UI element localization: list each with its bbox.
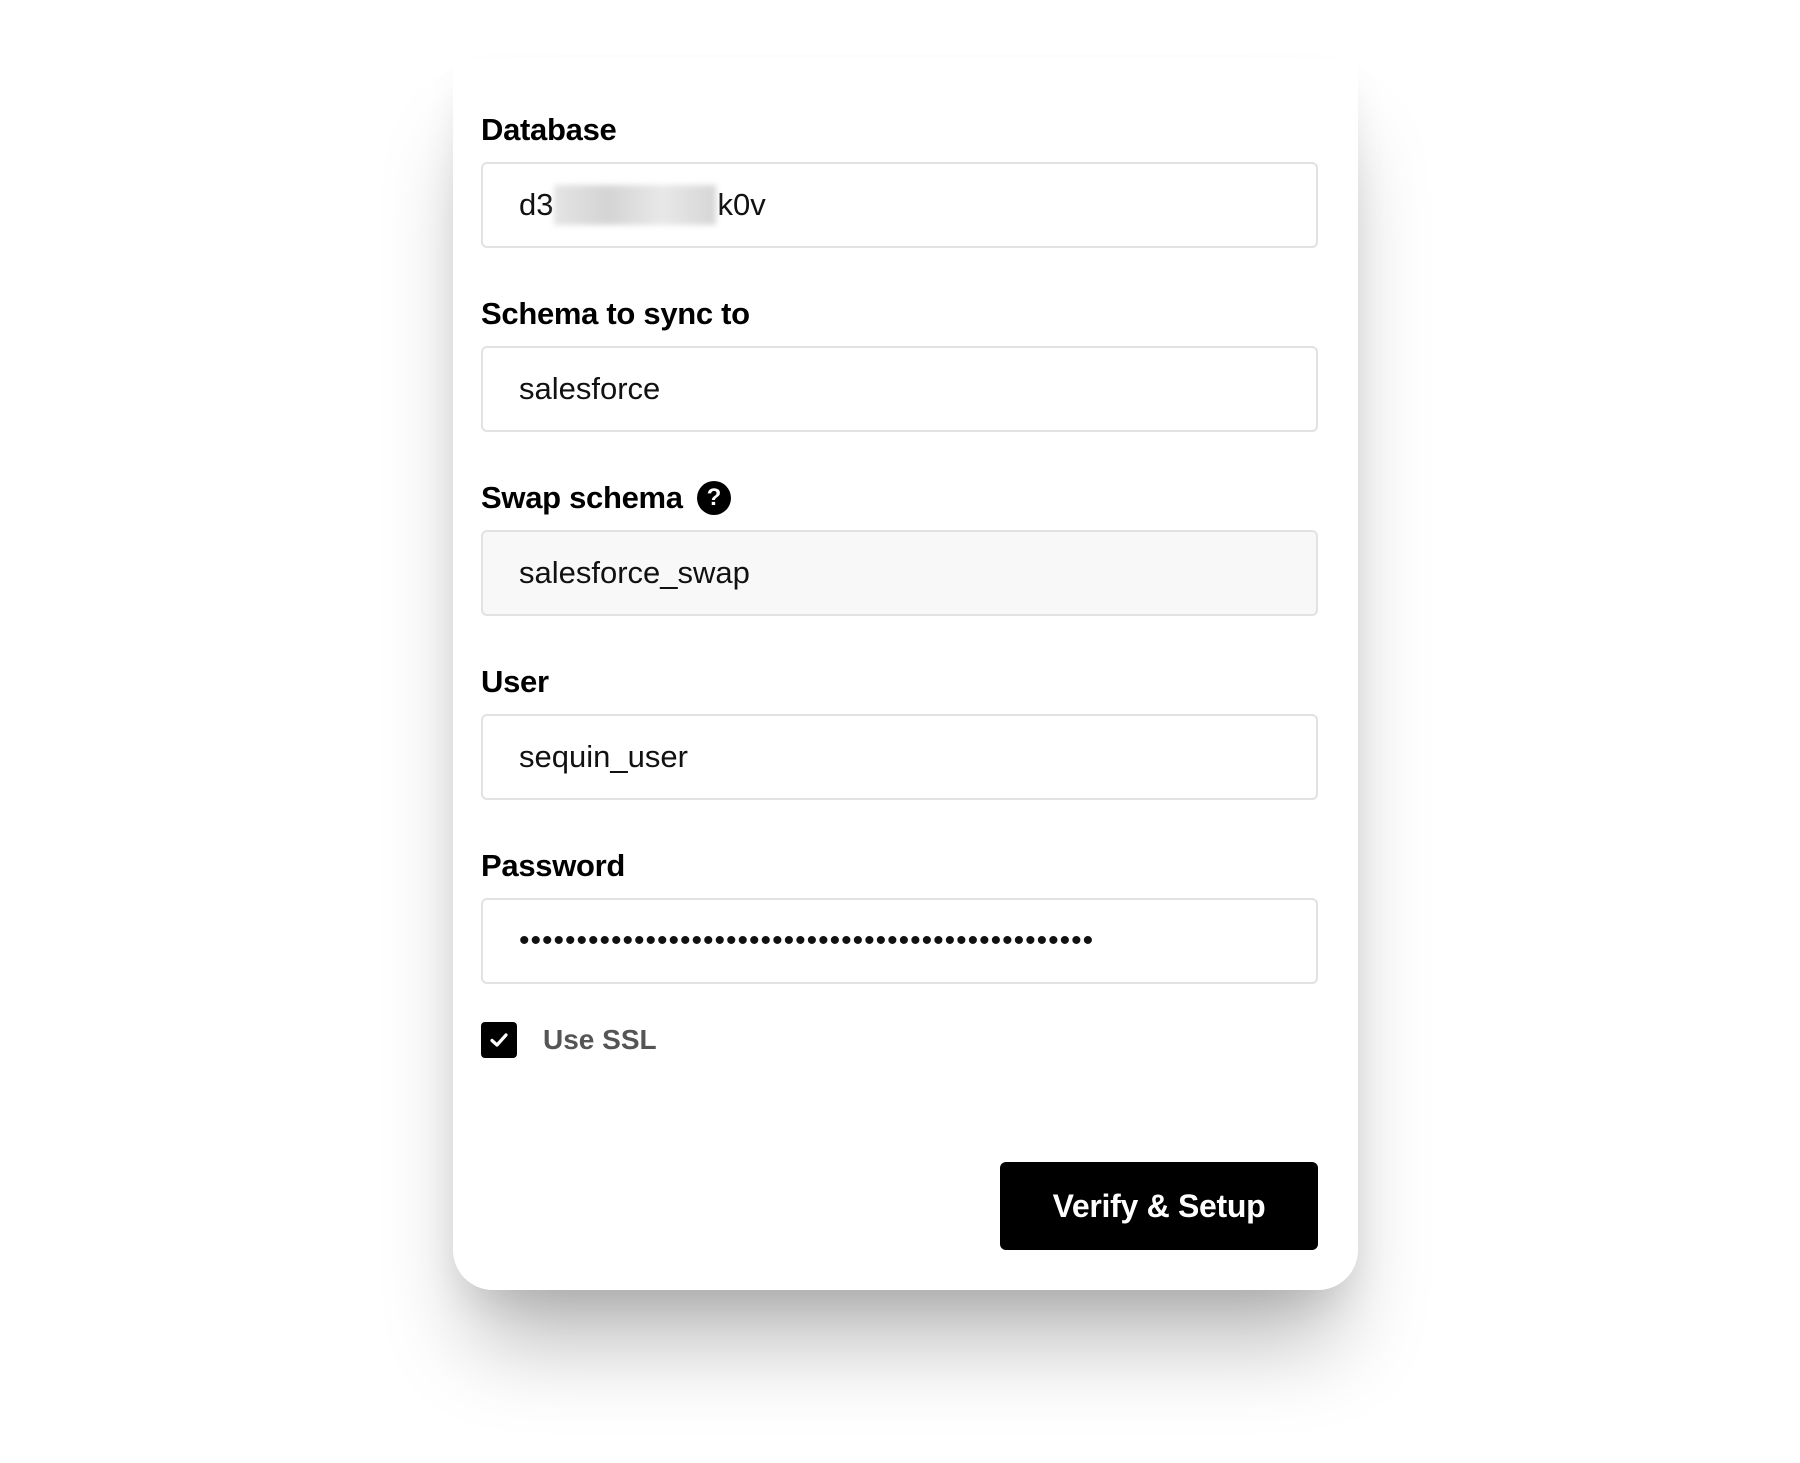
user-label: User: [481, 664, 549, 699]
user-input[interactable]: sequin_user: [481, 714, 1318, 800]
password-label: Password: [481, 848, 626, 883]
verify-setup-button[interactable]: Verify & Setup: [1000, 1162, 1318, 1250]
password-input[interactable]: ••••••••••••••••••••••••••••••••••••••••…: [481, 898, 1318, 984]
database-field: Database d3 k0v: [481, 110, 1318, 248]
password-masked-value: ••••••••••••••••••••••••••••••••••••••••…: [519, 924, 1095, 957]
database-label: Database: [481, 112, 617, 147]
use-ssl-checkbox[interactable]: [481, 1022, 517, 1058]
database-value-suffix: k0v: [717, 187, 766, 222]
redacted-blur: [554, 185, 717, 225]
swap-schema-label: Swap schema: [481, 480, 683, 515]
schema-label: Schema to sync to: [481, 296, 750, 331]
database-value-prefix: d3: [519, 187, 554, 222]
connection-form-card: Database d3 k0v Schema to sync to salesf…: [453, 58, 1358, 1290]
use-ssl-label[interactable]: Use SSL: [543, 1024, 657, 1056]
schema-value: salesforce: [519, 371, 661, 406]
swap-schema-field: Swap schema ? salesforce_swap: [481, 478, 1318, 616]
swap-schema-value: salesforce_swap: [519, 555, 750, 590]
schema-field: Schema to sync to salesforce: [481, 294, 1318, 432]
schema-input[interactable]: salesforce: [481, 346, 1318, 432]
ssl-option: Use SSL: [481, 1022, 657, 1058]
database-input[interactable]: d3 k0v: [481, 162, 1318, 248]
question-circle-icon[interactable]: ?: [696, 481, 731, 515]
user-field: User sequin_user: [481, 662, 1318, 800]
user-value: sequin_user: [519, 739, 688, 774]
swap-schema-label-row: Swap schema ?: [481, 478, 1318, 518]
swap-schema-input: salesforce_swap: [481, 530, 1318, 616]
password-field: Password •••••••••••••••••••••••••••••••…: [481, 846, 1318, 984]
checkmark-icon: [490, 1033, 508, 1047]
